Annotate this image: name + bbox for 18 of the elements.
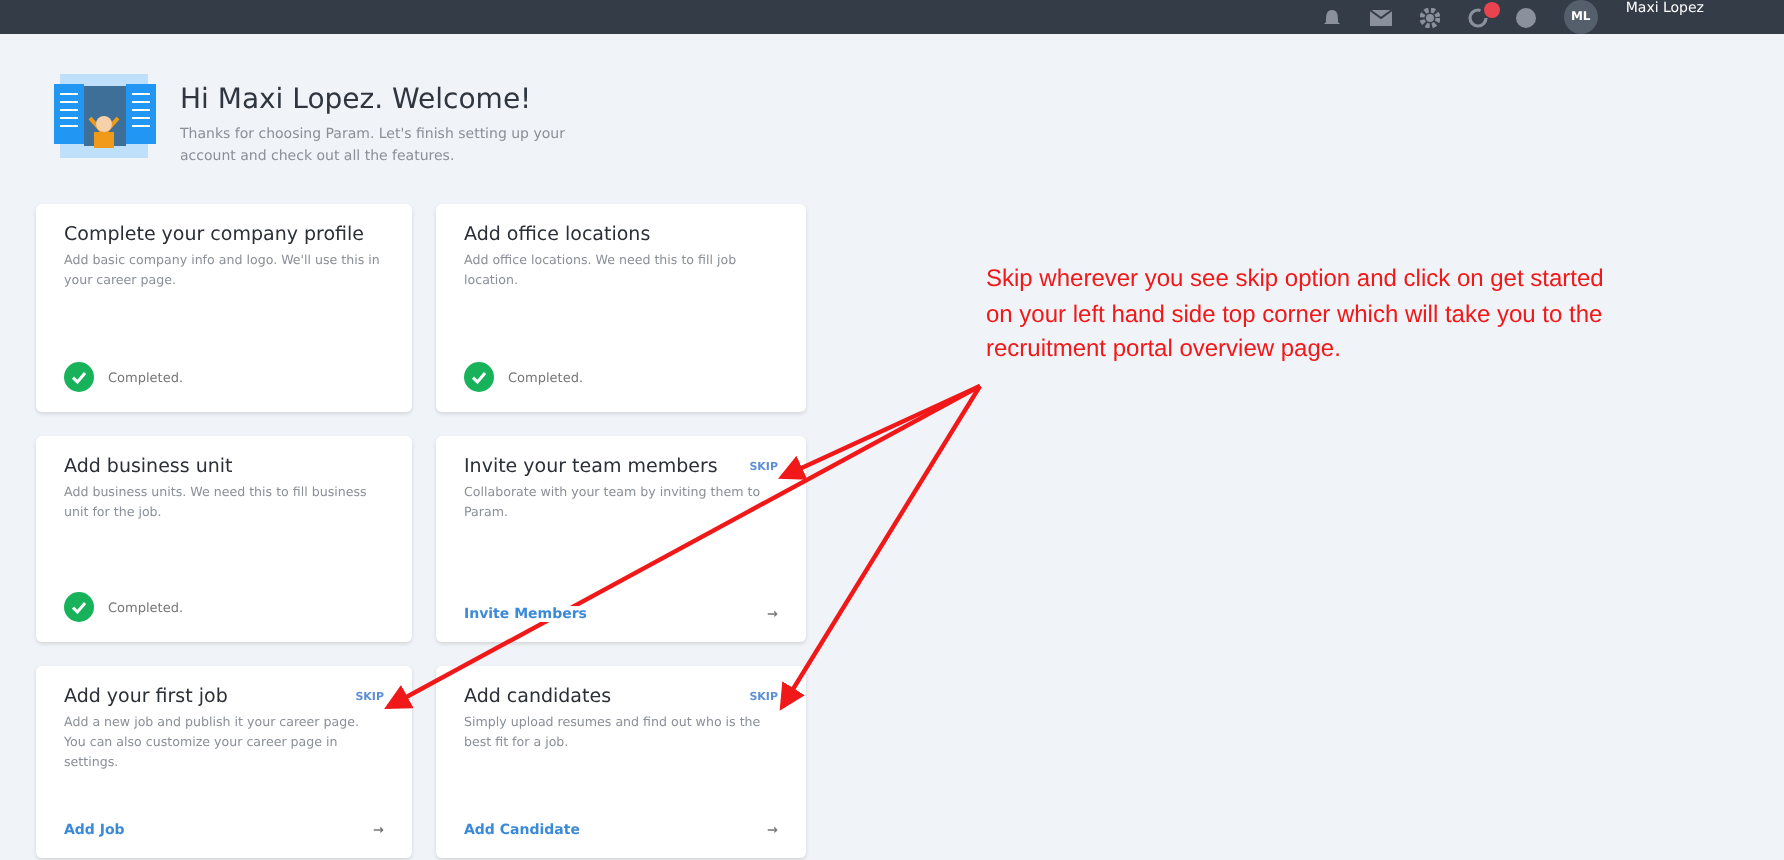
annotation-text: recruitment portal overview page. xyxy=(986,332,1343,366)
annotation-text: on your left hand side top corner which will take you to the xyxy=(986,297,1605,331)
window-person-drawing xyxy=(54,74,156,160)
check-circle-icon xyxy=(64,592,94,622)
annotation-text: Skip wherever you see skip option and click on get started xyxy=(986,262,1606,296)
welcome-title: Hi Maxi Lopez. Welcome! xyxy=(180,84,534,116)
card-title: Add office locations xyxy=(464,224,651,246)
card-title: Add candidates xyxy=(464,686,612,708)
bell-icon[interactable] xyxy=(1321,8,1342,26)
card-title: Add your first job xyxy=(64,686,228,708)
refresh-icon[interactable] xyxy=(1467,7,1488,27)
settings-icon[interactable] xyxy=(1419,7,1440,27)
card-title: Complete your company profile xyxy=(64,224,364,246)
check-circle-icon xyxy=(64,362,94,392)
check-circle-icon xyxy=(464,362,494,392)
mail-icon[interactable] xyxy=(1369,7,1392,27)
card-title: Invite your team members xyxy=(464,456,718,478)
card-title: Add business unit xyxy=(64,456,233,478)
